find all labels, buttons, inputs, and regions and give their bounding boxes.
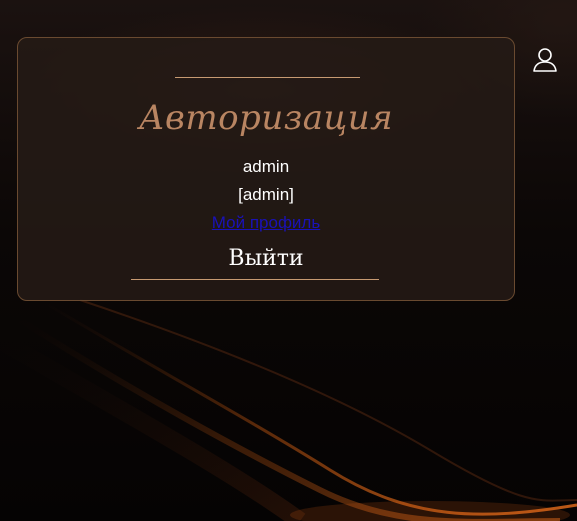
bottom-divider <box>131 279 379 280</box>
user-icon-graphic <box>533 48 557 72</box>
top-divider <box>175 77 360 78</box>
auth-panel: Авторизация admin [admin] Мой профиль Вы… <box>17 37 515 301</box>
user-icon[interactable] <box>532 47 558 73</box>
profile-link-wrapper: Мой профиль <box>18 212 514 234</box>
panel-title: Авторизация <box>138 98 394 138</box>
username-text: admin <box>242 157 290 176</box>
my-profile-link[interactable]: Мой профиль <box>212 213 320 232</box>
user-role-text: [admin] <box>238 185 294 204</box>
logout-button[interactable]: Выйти <box>18 245 514 273</box>
